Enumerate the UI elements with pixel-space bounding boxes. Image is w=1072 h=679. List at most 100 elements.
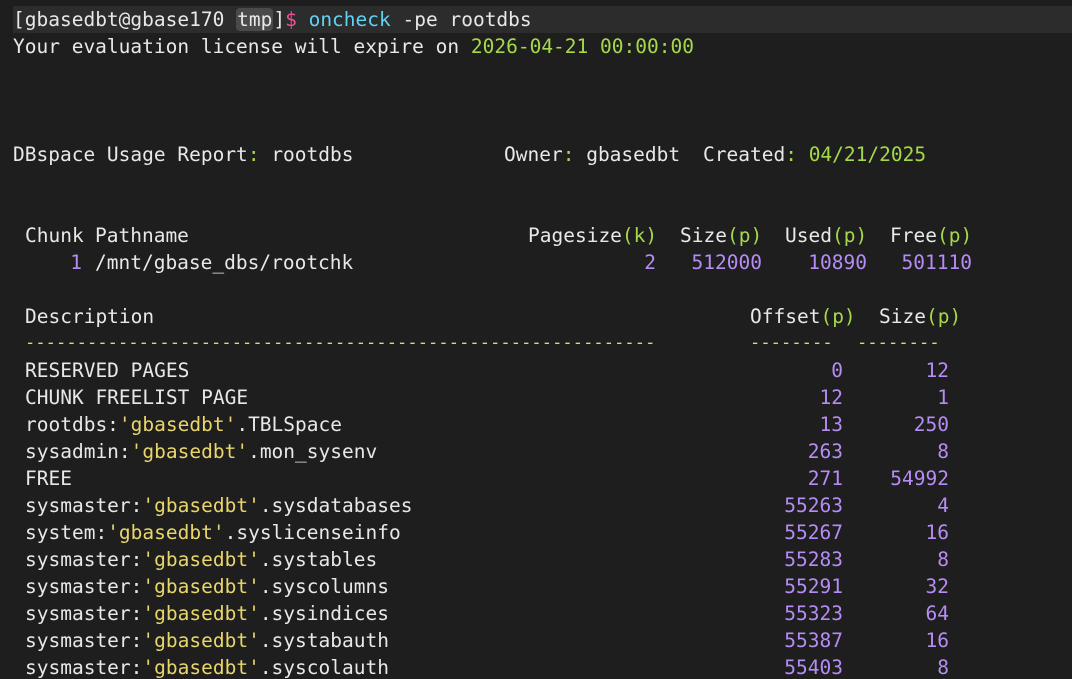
chunk-pagesize: 2 — [644, 251, 656, 274]
pathname-header: Pathname — [95, 224, 189, 247]
extent-prefix: sysmaster: — [25, 548, 143, 571]
extent-description: CHUNK FREELIST PAGE — [25, 384, 248, 411]
extent-offset: 12 — [819, 386, 843, 409]
free-header: Free(p) — [890, 224, 973, 247]
extent-description: FREE — [25, 465, 72, 492]
extent-description: sysmaster:'gbasedbt'.sysdatabases — [25, 492, 412, 519]
extent-row: RESERVED PAGES 0 12 — [0, 357, 1072, 384]
report-label: DBspace Usage Report — [13, 143, 248, 166]
terminal-window[interactable]: [gbasedbt@gbase170 tmp]$ oncheck -pe roo… — [0, 0, 1072, 679]
extent-description: rootdbs:'gbasedbt'.TBLSpace — [25, 411, 342, 438]
prompt-open-bracket: [ — [13, 8, 25, 31]
command-args: -pe rootdbs — [402, 8, 532, 31]
extent-prefix: rootdbs: — [25, 413, 119, 436]
extent-offset: 0 — [831, 359, 843, 382]
extent-size: 8 — [937, 548, 949, 571]
extent-size: 64 — [925, 602, 949, 625]
extent-offset: 55403 — [784, 656, 843, 679]
pagesize-header: Pagesize(k) — [528, 224, 658, 247]
extent-offset: 55387 — [784, 629, 843, 652]
created-value: 04/21/2025 — [808, 143, 927, 166]
extent-offset: 55283 — [784, 548, 843, 571]
extent-owner: 'gbasedbt' — [142, 629, 260, 652]
extent-table-name: .syscolauth — [259, 656, 389, 679]
extent-row: system:'gbasedbt'.syslicenseinfo 55267 16 — [0, 519, 1072, 546]
extent-prefix: system: — [25, 521, 108, 544]
extent-table-name: .systables — [259, 548, 378, 571]
extent-size: 1 — [937, 386, 949, 409]
extent-owner: 'gbasedbt' — [118, 413, 237, 436]
report-dbspace: rootdbs — [271, 143, 354, 166]
extent-row: rootdbs:'gbasedbt'.TBLSpace 13 250 — [0, 411, 1072, 438]
table-separator: ----------------------------------------… — [25, 333, 940, 353]
description-header: Description — [25, 305, 155, 328]
extent-table-name: .sysindices — [259, 602, 389, 625]
prompt-user-host: gbasedbt@gbase170 — [24, 8, 225, 31]
extent-table-name: .TBLSpace — [236, 413, 342, 436]
extent-size: 8 — [937, 656, 949, 679]
extent-size: 16 — [925, 629, 949, 652]
extent-offset: 271 — [807, 467, 843, 490]
chunk-header: Chunk — [25, 224, 84, 247]
owner-label: Owner — [504, 143, 563, 166]
extent-offset: 55263 — [784, 494, 843, 517]
extent-row: sysadmin:'gbasedbt'.mon_sysenv 263 8 — [0, 438, 1072, 465]
chunk-table-header: Chunk Pathname Pagesize(k) Size(p) Used(… — [0, 222, 1072, 249]
extent-table-name: .mon_sysenv — [248, 440, 378, 463]
extent-row: CHUNK FREELIST PAGE 12 1 — [0, 384, 1072, 411]
license-time: 00:00:00 — [600, 35, 694, 58]
command-name: oncheck — [308, 8, 391, 31]
extent-prefix: FREE — [25, 467, 72, 490]
extent-owner: 'gbasedbt' — [107, 521, 225, 544]
extent-prefix: CHUNK FREELIST PAGE — [25, 386, 249, 409]
chunk-row: 1 /mnt/gbase_dbs/rootchk 2 512000 10890 … — [0, 249, 1072, 276]
extent-prefix: RESERVED PAGES — [25, 359, 190, 382]
extent-size: 16 — [925, 521, 949, 544]
extent-size: 32 — [925, 575, 949, 598]
extent-description: RESERVED PAGES — [25, 357, 189, 384]
extent-offset: 55323 — [784, 602, 843, 625]
license-date: 2026-04-21 — [470, 35, 589, 58]
prompt-symbol: $ — [285, 8, 297, 31]
extent-description: system:'gbasedbt'.syslicenseinfo — [25, 519, 401, 546]
command-prompt-line: [gbasedbt@gbase170 tmp]$ oncheck -pe roo… — [13, 6, 1072, 33]
extent-offset: 55291 — [784, 575, 843, 598]
chunk-number: 1 — [70, 251, 82, 274]
extent-row: sysmaster:'gbasedbt'.systables 55283 8 — [0, 546, 1072, 573]
extent-owner: 'gbasedbt' — [142, 602, 260, 625]
extent-size-header: Size(p) — [879, 305, 962, 328]
extent-owner: 'gbasedbt' — [142, 575, 260, 598]
extent-table-name: .sysdatabases — [259, 494, 413, 517]
report-header: DBspace Usage Report: rootdbs Owner: gba… — [13, 143, 927, 166]
extent-size: 4 — [937, 494, 949, 517]
extent-table-header: Description Offset(p) Size(p) — [0, 303, 1072, 330]
chunk-pathname: /mnt/gbase_dbs/rootchk — [95, 251, 354, 274]
extent-size: 250 — [913, 413, 949, 436]
extent-row: sysmaster:'gbasedbt'.systabauth 55387 16 — [0, 627, 1072, 654]
extent-row: sysmaster:'gbasedbt'.sysdatabases 55263 4 — [0, 492, 1072, 519]
extent-prefix: sysadmin: — [25, 440, 131, 463]
extent-row: FREE 271 54992 — [0, 465, 1072, 492]
created-label: Created — [703, 143, 786, 166]
extent-row: sysmaster:'gbasedbt'.sysindices 55323 64 — [0, 600, 1072, 627]
size-header: Size(p) — [680, 224, 763, 247]
extent-offset: 263 — [807, 440, 843, 463]
offset-header: Offset(p) — [750, 305, 856, 328]
license-notice: Your evaluation license will expire on 2… — [13, 35, 694, 58]
extent-description: sysmaster:'gbasedbt'.syscolumns — [25, 573, 389, 600]
extent-description: sysadmin:'gbasedbt'.mon_sysenv — [25, 438, 377, 465]
extent-offset: 13 — [819, 413, 843, 436]
extent-owner: 'gbasedbt' — [142, 656, 260, 679]
extent-size: 54992 — [890, 467, 949, 490]
owner-value: gbasedbt — [586, 143, 681, 166]
extent-table-name: .syscolumns — [259, 575, 389, 598]
used-header: Used(p) — [785, 224, 868, 247]
extent-size: 8 — [937, 440, 949, 463]
chunk-free: 501110 — [901, 251, 972, 274]
extent-prefix: sysmaster: — [25, 656, 143, 679]
extent-owner: 'gbasedbt' — [142, 548, 260, 571]
extent-row: sysmaster:'gbasedbt'.syscolumns 55291 32 — [0, 573, 1072, 600]
extent-offset: 55267 — [784, 521, 843, 544]
extent-owner: 'gbasedbt' — [142, 494, 260, 517]
extent-prefix: sysmaster: — [25, 629, 143, 652]
